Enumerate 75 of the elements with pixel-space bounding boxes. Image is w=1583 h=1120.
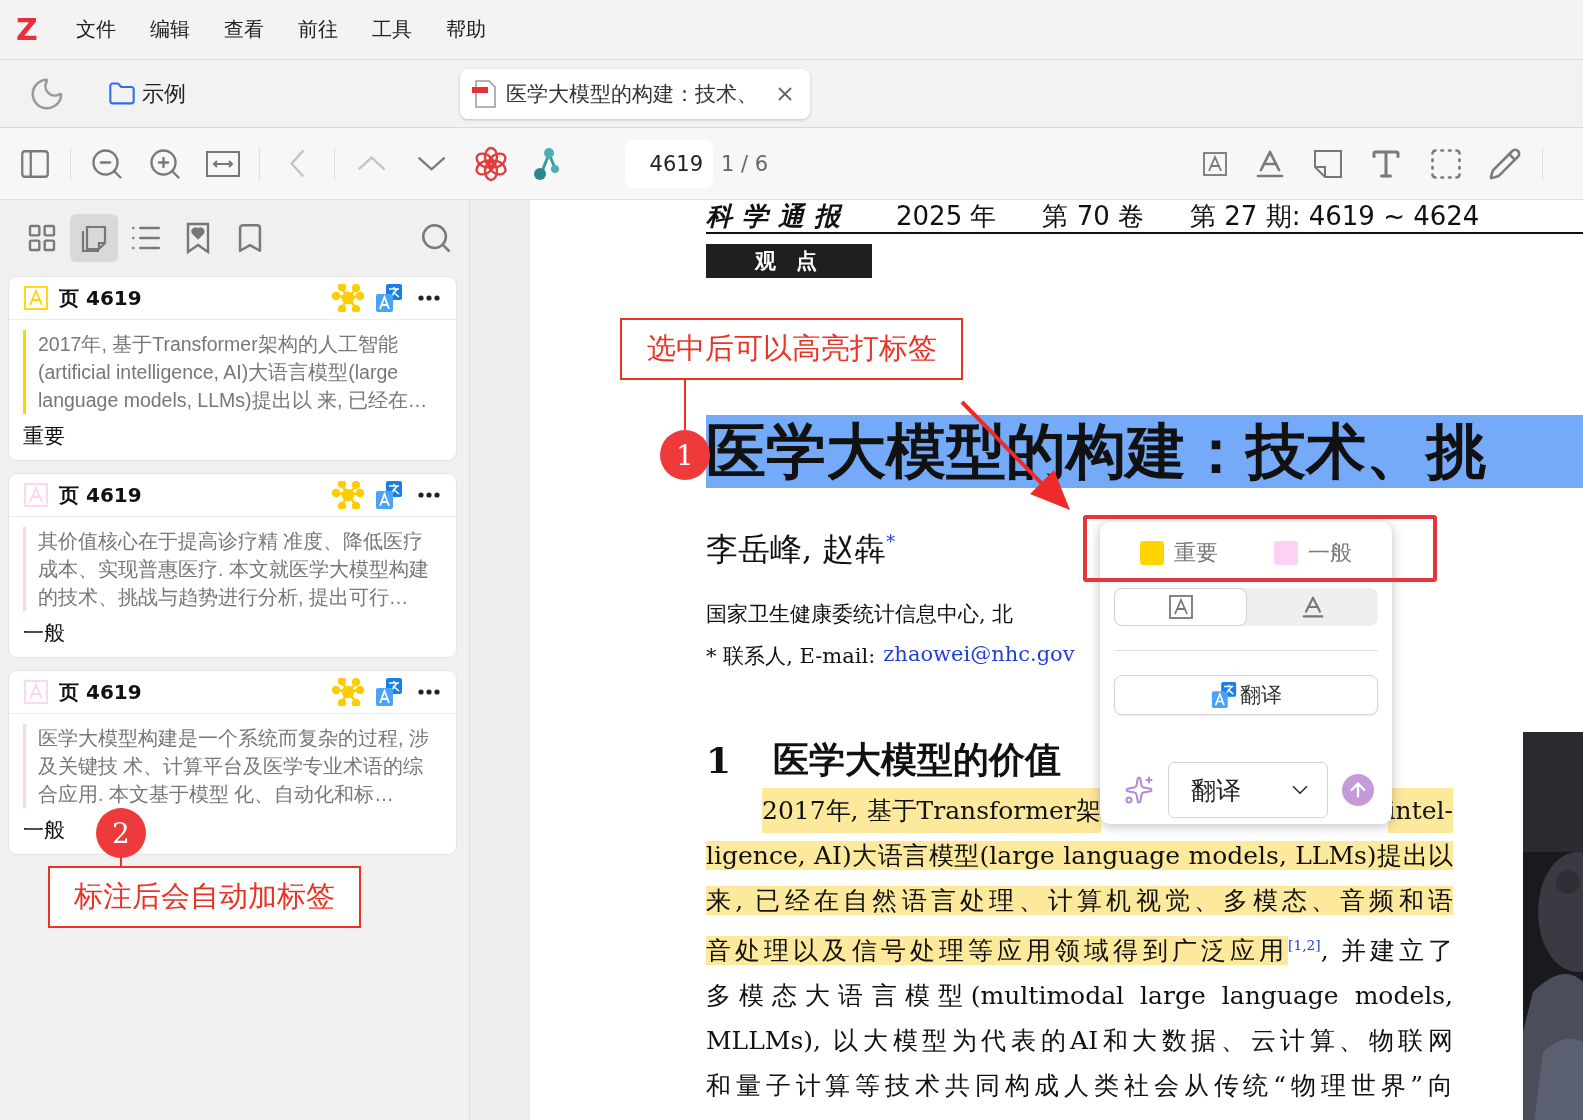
document-title: 医学大模型的构建：技术、 <box>506 80 759 108</box>
highlight-icon <box>1167 594 1194 620</box>
mode-toggle[interactable] <box>1114 588 1247 626</box>
grid-icon <box>26 222 58 254</box>
annotation-card[interactable]: 页 4619 2017年, 基于Transformer架构的人工智能(artificial intelligence, AI)大语言模型(large language models, LLMs)提出以 来, 已经在… 重要 <box>8 276 457 461</box>
translate-icon <box>374 677 404 707</box>
annotation-text: 其价值核心在于提高诊疗精 准度、降低医疗成本、实现普惠医疗. 本文就医学大模型构建的技术、挑战与趋势进行分析, 提出可行… <box>38 529 430 610</box>
body-text: $^{[1,2]}$, 并建立了 <box>1288 936 1453 966</box>
chevron-left-icon <box>288 147 306 180</box>
highlight-icon <box>23 285 49 311</box>
highlight-icon <box>1202 150 1228 177</box>
body-text: 音处理以及信号处理等应用领域得到广泛应用 <box>706 936 1289 966</box>
color-option[interactable]: 重要 <box>1134 537 1224 569</box>
page-count: 1 / 6 <box>721 151 769 176</box>
document-tab[interactable]: 医学大模型的构建：技术、 <box>460 68 810 119</box>
color-option[interactable]: 一般 <box>1268 537 1358 569</box>
sidebar-view-tab[interactable] <box>70 214 118 262</box>
more-icon <box>418 689 440 695</box>
body-text: 2017年, 基于Transformer架 <box>762 788 1101 833</box>
affiliation: 国家卫生健康委统计信息中心, 北 <box>706 601 1014 628</box>
chevron-down-icon <box>416 155 448 172</box>
translate-icon <box>374 283 404 313</box>
more-icon <box>418 295 440 301</box>
tag-label: 重要 <box>22 423 66 450</box>
body-text: MLLMs), 以大模型为代表的AI和大数据、云计算、物联网 <box>706 1026 1453 1056</box>
knot-icon <box>473 145 509 182</box>
journal-name: 科学通报 <box>706 200 850 233</box>
section-heading: 医学大模型的价值 <box>773 736 1062 782</box>
annotation-card[interactable]: 页 4619 其价值核心在于提高诊疗精 准度、降低医疗成本、实现普惠医疗. 本文就医学大模型构建的技术、挑战与趋势进行分析, 提出可行… 一般 <box>8 473 457 658</box>
sparkle-icon <box>1124 775 1154 805</box>
highlight-icon <box>23 679 49 705</box>
network-icon <box>332 284 364 312</box>
column-label: 观 点 <box>706 244 872 278</box>
app-logo: Z <box>16 12 38 47</box>
action-select[interactable]: 翻译 <box>1168 762 1328 818</box>
issue-info: 第 70 卷 <box>1042 200 1145 233</box>
callout-text: 标注后会自动加标签 <box>48 866 361 928</box>
menu-item[interactable]: 前往 <box>297 16 338 43</box>
annotation-text: 医学大模型构建是一个系统而复杂的过程, 涉及关键技 术、计算平台及医学专业术语的综合应用. 本文基于模型 化、自动化和标… <box>38 726 430 807</box>
section-number: 1 <box>706 739 732 781</box>
body-text: 多模态大语言模型(multimodal large language models, <box>706 981 1453 1011</box>
page-field[interactable]: 4619 <box>625 139 713 188</box>
menu-item[interactable]: 查看 <box>223 16 264 43</box>
page-label: 页 4619 <box>59 481 143 509</box>
callout-text: 选中后可以高亮打标签 <box>620 318 963 380</box>
issue-info: 第 27 期: 4619 ~ 4624 <box>1190 200 1480 233</box>
highlight-icon <box>23 482 49 508</box>
issue-info: 2025 年 <box>896 200 997 233</box>
contact-label: * 联系人, E-mail: <box>706 643 876 670</box>
more-icon <box>418 492 440 498</box>
translate-icon <box>1210 681 1238 709</box>
library-tab[interactable]: 示例 <box>102 77 192 110</box>
chevron-up-icon <box>356 155 388 172</box>
leader-line <box>684 380 686 430</box>
annotation-text: 2017年, 基于Transformer架构的人工智能(artificial intelligence, AI)大语言模型(large language models, LLMs)提出以 来, 已经在… <box>38 332 429 413</box>
tag-label: 一般 <box>22 620 66 647</box>
authors: 李岳峰, 赵犇$^{*}$ <box>706 529 896 570</box>
menu-item[interactable]: 工具 <box>371 16 412 43</box>
page-label: 页 4619 <box>59 678 143 706</box>
email-link[interactable]: zhaowei@nhc.gov <box>883 642 1075 670</box>
menu-item[interactable]: 编辑 <box>149 16 190 43</box>
tag-label: 一般 <box>22 817 66 844</box>
network-icon <box>332 678 364 706</box>
body-text: 来, 已经在自然语言处理、计算机视觉、多模态、音频和语 <box>706 886 1453 915</box>
translate-icon <box>374 480 404 510</box>
pdf-icon <box>470 78 498 109</box>
network-icon <box>332 481 364 509</box>
body-text: ligence, AI)大语言模型(large language models, LLMs)提出以 <box>706 841 1453 870</box>
translate-button[interactable]: 翻译 <box>1114 675 1378 715</box>
page-label: 页 4619 <box>59 284 143 312</box>
send-button[interactable] <box>1342 774 1374 806</box>
body-text: 和量子计算等技术共同构成人类社会从传统“物理世界”向 <box>706 1071 1453 1101</box>
note-icon <box>1312 147 1344 180</box>
menu-item[interactable]: 文件 <box>75 16 116 43</box>
menu-item[interactable]: 帮助 <box>445 16 486 43</box>
